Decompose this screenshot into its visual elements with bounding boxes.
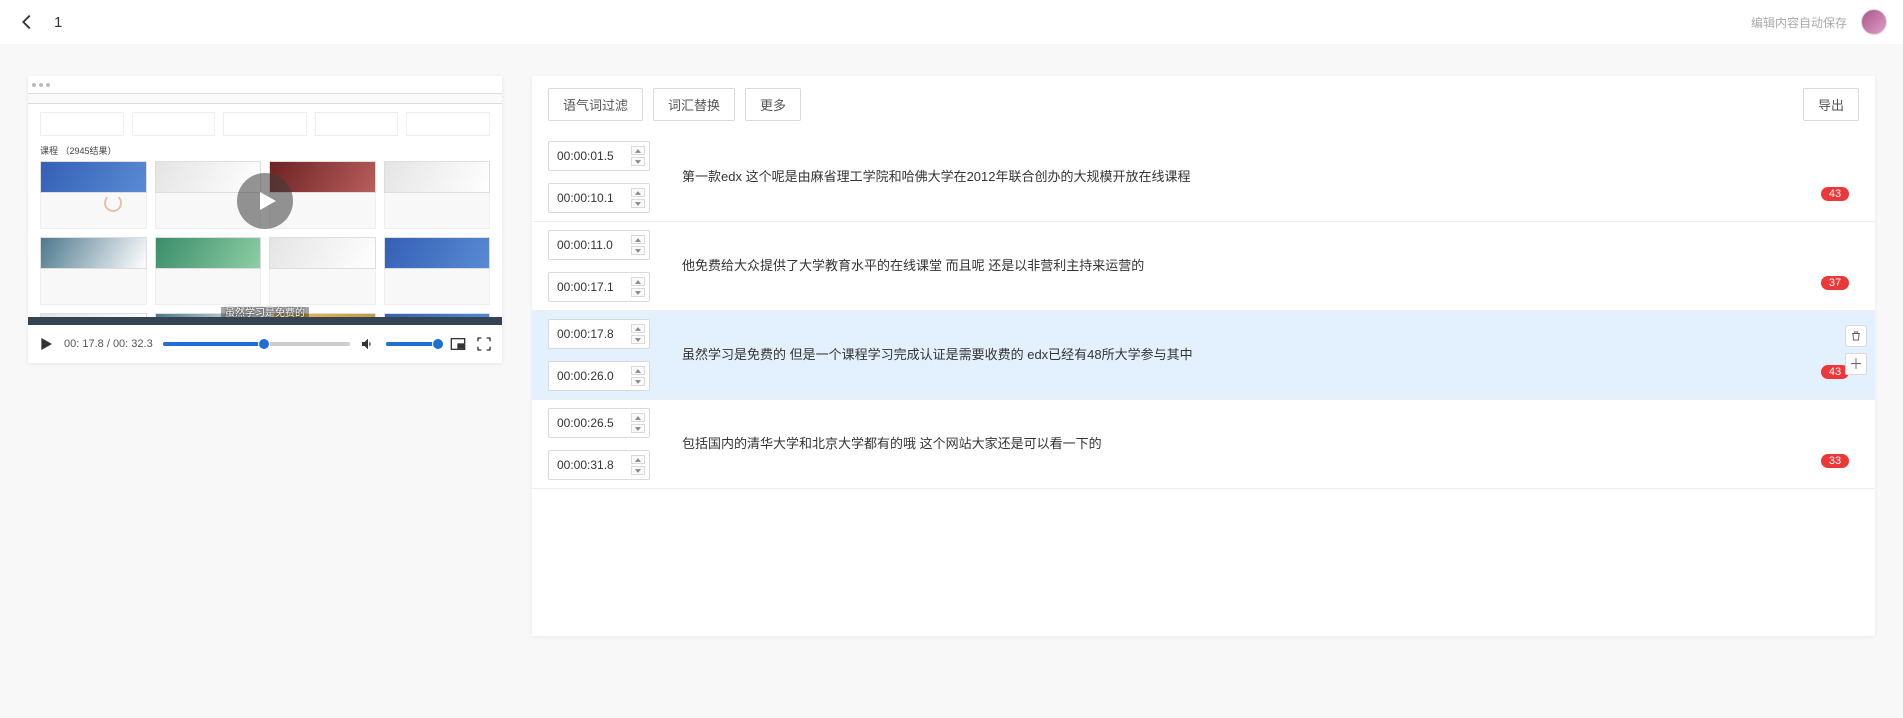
transcript-row[interactable]: 00:00:26.5 00:00:31.8 包括国内的清华大学和北京大学都有的哦…: [532, 400, 1875, 489]
autosave-label: 编辑内容自动保存: [1751, 14, 1847, 31]
page-title: 1: [54, 14, 62, 31]
char-count-badge: 43: [1821, 187, 1849, 201]
transcript-text[interactable]: 他免费给大众提供了大学教育水平的在线课堂 而且呢 还是以非营利主持来运营的: [662, 230, 1795, 302]
volume-icon[interactable]: [360, 336, 376, 352]
transcript-text[interactable]: 虽然学习是免费的 但是一个课程学习完成认证是需要收费的 edx已经有48所大学参…: [662, 319, 1795, 391]
time-step-up[interactable]: [631, 324, 645, 333]
time-step-up[interactable]: [631, 146, 645, 155]
transcript-panel: 语气词过滤 词汇替换 更多 导出 00:00:01.5 00:00:10.1: [532, 76, 1875, 636]
transcript-row[interactable]: 00:00:01.5 00:00:10.1 第一款edx 这个呢是由麻省理工学院…: [532, 133, 1875, 222]
end-time-field[interactable]: 00:00:17.1: [548, 272, 650, 302]
video-controls: 00: 17.8 / 00: 32.3: [28, 325, 502, 363]
start-time-field[interactable]: 00:00:17.8: [548, 319, 650, 349]
transcript-text[interactable]: 第一款edx 这个呢是由麻省理工学院和哈佛大学在2012年联合创办的大规模开放在…: [662, 141, 1795, 213]
delete-row-button[interactable]: [1845, 325, 1867, 347]
loading-spinner-icon: [104, 194, 122, 212]
time-step-up[interactable]: [631, 366, 645, 375]
time-step-up[interactable]: [631, 455, 645, 464]
time-step-down[interactable]: [631, 335, 645, 344]
time-step-down[interactable]: [631, 377, 645, 386]
play-overlay-button[interactable]: [237, 173, 293, 229]
start-time-field[interactable]: 00:00:01.5: [548, 141, 650, 171]
end-time-field[interactable]: 00:00:10.1: [548, 183, 650, 213]
time-step-up[interactable]: [631, 235, 645, 244]
start-time-field[interactable]: 00:00:26.5: [548, 408, 650, 438]
transcript-text[interactable]: 包括国内的清华大学和北京大学都有的哦 这个网站大家还是可以看一下的: [662, 408, 1795, 480]
time-step-down[interactable]: [631, 246, 645, 255]
top-bar: 1 编辑内容自动保存: [0, 0, 1903, 44]
time-step-down[interactable]: [631, 157, 645, 166]
transcript-toolbar: 语气词过滤 词汇替换 更多 导出: [532, 76, 1875, 133]
time-step-up[interactable]: [631, 188, 645, 197]
video-card: 课程 （2945结果）: [28, 76, 502, 363]
volume-slider[interactable]: [386, 342, 440, 346]
time-step-up[interactable]: [631, 413, 645, 422]
more-button[interactable]: 更多: [745, 88, 801, 121]
export-button[interactable]: 导出: [1803, 88, 1859, 121]
transcript-row[interactable]: 00:00:17.8 00:00:26.0 虽然学习是免费的 但是一个课程学习完…: [532, 311, 1875, 400]
video-frame[interactable]: 课程 （2945结果）: [28, 76, 502, 325]
back-icon[interactable]: [16, 11, 38, 33]
char-count-badge: 37: [1821, 276, 1849, 290]
time-step-down[interactable]: [631, 466, 645, 475]
fullscreen-icon[interactable]: [476, 336, 492, 352]
time-step-down[interactable]: [631, 288, 645, 297]
filter-filler-button[interactable]: 语气词过滤: [548, 88, 643, 121]
playback-time: 00: 17.8 / 00: 32.3: [64, 338, 153, 350]
end-time-field[interactable]: 00:00:26.0: [548, 361, 650, 391]
add-row-button[interactable]: ＋: [1845, 353, 1867, 375]
time-step-down[interactable]: [631, 199, 645, 208]
video-grid-label: 课程 （2945结果）: [40, 144, 490, 157]
progress-slider[interactable]: [163, 342, 350, 346]
pip-icon[interactable]: [450, 336, 466, 352]
char-count-badge: 33: [1821, 454, 1849, 468]
time-step-up[interactable]: [631, 277, 645, 286]
start-time-field[interactable]: 00:00:11.0: [548, 230, 650, 260]
transcript-row[interactable]: 00:00:11.0 00:00:17.1 他免费给大众提供了大学教育水平的在线…: [532, 222, 1875, 311]
avatar[interactable]: [1861, 9, 1887, 35]
play-button[interactable]: [38, 336, 54, 352]
end-time-field[interactable]: 00:00:31.8: [548, 450, 650, 480]
time-step-down[interactable]: [631, 424, 645, 433]
replace-vocab-button[interactable]: 词汇替换: [653, 88, 735, 121]
